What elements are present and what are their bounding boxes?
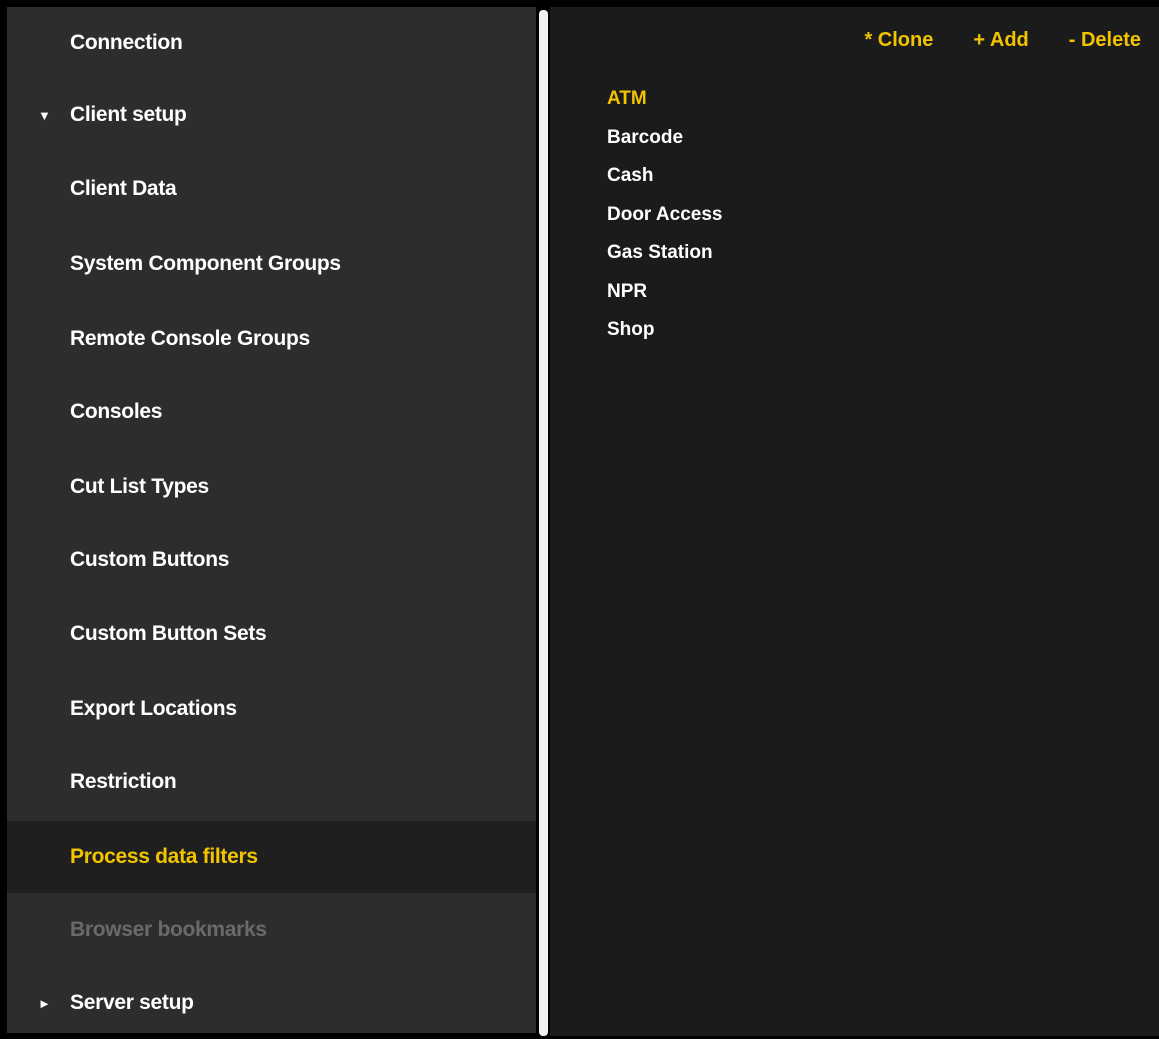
sidebar: Connection ▼ Client setup Client Data Sy… bbox=[7, 7, 536, 1033]
sidebar-item-system-component-groups[interactable]: System Component Groups bbox=[7, 228, 536, 300]
sidebar-item-custom-button-sets[interactable]: Custom Button Sets bbox=[7, 598, 536, 670]
sidebar-item-remote-console-groups[interactable]: Remote Console Groups bbox=[7, 303, 536, 375]
filter-item-gas-station[interactable]: Gas Station bbox=[607, 234, 722, 273]
sidebar-item-label: Client setup bbox=[70, 103, 187, 126]
filters-toolbar: * Clone + Add - Delete bbox=[864, 29, 1141, 52]
sidebar-item-connection[interactable]: Connection bbox=[7, 7, 536, 79]
filter-item-npr[interactable]: NPR bbox=[607, 273, 722, 312]
sidebar-item-custom-buttons[interactable]: Custom Buttons bbox=[7, 524, 536, 596]
filter-item-shop[interactable]: Shop bbox=[607, 311, 722, 350]
sidebar-item-label: Custom Button Sets bbox=[70, 622, 267, 645]
sidebar-item-export-locations[interactable]: Export Locations bbox=[7, 673, 536, 745]
delete-button[interactable]: - Delete bbox=[1069, 29, 1141, 52]
sidebar-item-label: Restriction bbox=[70, 770, 177, 793]
collapse-arrow-icon[interactable]: ► bbox=[38, 996, 51, 1011]
filter-item-door-access[interactable]: Door Access bbox=[607, 196, 722, 235]
filter-item-atm[interactable]: ATM bbox=[607, 80, 722, 119]
sidebar-item-label: Consoles bbox=[70, 400, 163, 423]
sidebar-item-label: Process data filters bbox=[70, 845, 258, 868]
sidebar-item-label: Custom Buttons bbox=[70, 548, 230, 571]
sidebar-item-client-data[interactable]: Client Data bbox=[7, 153, 536, 225]
sidebar-item-client-setup[interactable]: ▼ Client setup bbox=[7, 79, 536, 151]
sidebar-item-label: Client Data bbox=[70, 177, 177, 200]
sidebar-item-label: Server setup bbox=[70, 991, 194, 1014]
sidebar-item-browser-bookmarks: Browser bookmarks bbox=[7, 894, 536, 966]
sidebar-item-process-data-filters[interactable]: Process data filters bbox=[7, 821, 536, 893]
sidebar-item-label: Cut List Types bbox=[70, 475, 209, 498]
sidebar-item-label: System Component Groups bbox=[70, 252, 341, 275]
clone-button[interactable]: * Clone bbox=[864, 29, 933, 52]
add-button[interactable]: + Add bbox=[973, 29, 1028, 52]
sidebar-item-label: Remote Console Groups bbox=[70, 327, 310, 350]
sidebar-item-cut-list-types[interactable]: Cut List Types bbox=[7, 451, 536, 523]
sidebar-item-consoles[interactable]: Consoles bbox=[7, 376, 536, 448]
filters-panel: * Clone + Add - Delete ATM Barcode Cash … bbox=[550, 7, 1159, 1036]
sidebar-item-label: Connection bbox=[70, 31, 183, 54]
sidebar-item-server-setup[interactable]: ► Server setup bbox=[7, 967, 536, 1039]
sidebar-item-label: Export Locations bbox=[70, 697, 237, 720]
filter-item-cash[interactable]: Cash bbox=[607, 157, 722, 196]
expand-arrow-icon[interactable]: ▼ bbox=[38, 108, 51, 123]
sidebar-item-label: Browser bookmarks bbox=[70, 918, 267, 941]
panel-resize-handle[interactable] bbox=[539, 10, 548, 1036]
sidebar-item-restriction[interactable]: Restriction bbox=[7, 746, 536, 818]
filter-list: ATM Barcode Cash Door Access Gas Station… bbox=[607, 80, 722, 350]
filter-item-barcode[interactable]: Barcode bbox=[607, 119, 722, 158]
